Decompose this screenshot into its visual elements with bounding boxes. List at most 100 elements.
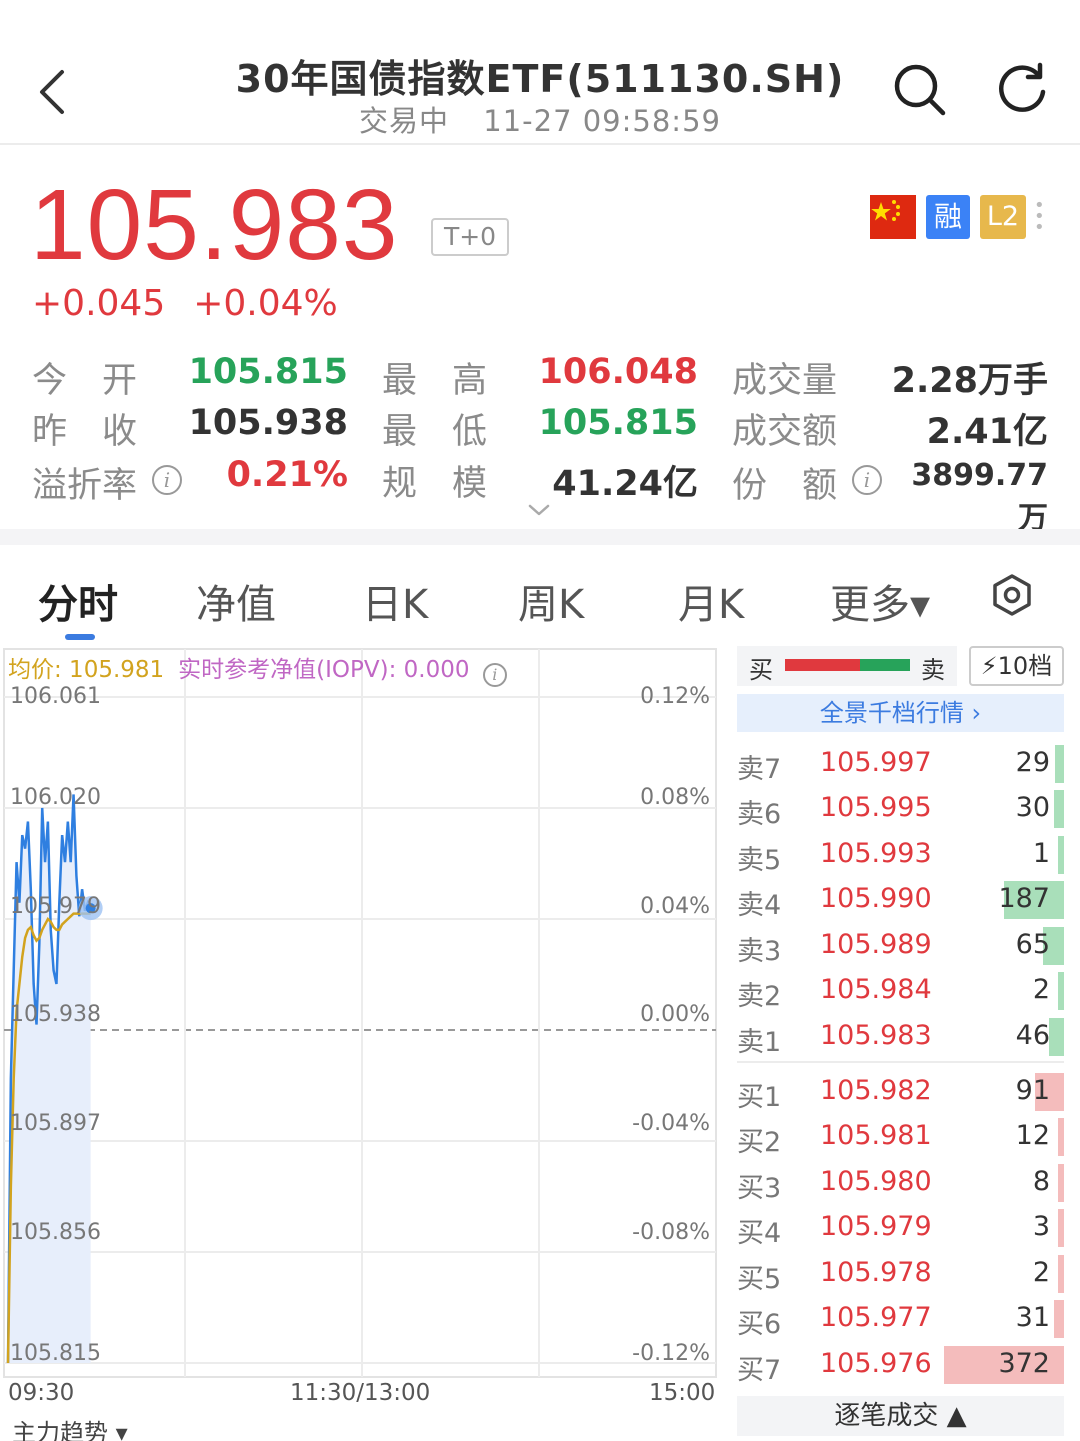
ask-row[interactable]: 卖5 105.993 1	[737, 836, 1064, 876]
bid-row[interactable]: 买1 105.982 91	[737, 1073, 1064, 1113]
level-price: 105.984	[820, 974, 932, 1005]
ask-row[interactable]: 卖4 105.990 187	[737, 881, 1064, 921]
ten-levels-button[interactable]: ⚡10档	[969, 646, 1064, 686]
level-volume: 187	[998, 883, 1050, 914]
change-percent: +0.04%	[193, 283, 338, 324]
level-volume: 8	[1032, 1166, 1050, 1197]
section-divider	[0, 529, 1080, 545]
level-label: 买4	[737, 1218, 782, 1249]
intraday-chart[interactable]	[0, 645, 720, 1415]
status-text: 交易中	[359, 104, 450, 138]
volume-bar	[1055, 745, 1064, 783]
price-change: +0.045 +0.04%	[32, 283, 338, 324]
level-label: 买7	[737, 1355, 782, 1386]
ask-row[interactable]: 卖6 105.995 30	[737, 790, 1064, 830]
level-price: 105.989	[820, 929, 932, 960]
bid-row[interactable]: 买7 105.976 372	[737, 1346, 1064, 1386]
level-label: 卖2	[737, 981, 782, 1012]
x-tick-open: 09:30	[8, 1380, 75, 1406]
x-tick-close: 15:00	[649, 1380, 716, 1406]
level-volume: 46	[1015, 1020, 1050, 1051]
shares-info-icon[interactable]: i	[852, 465, 882, 495]
premium-info-icon[interactable]: i	[152, 465, 182, 495]
level-volume: 1	[1032, 838, 1050, 869]
level-price: 105.977	[820, 1302, 932, 1333]
y-right-tick: -0.04%	[632, 1111, 710, 1136]
bid-row[interactable]: 买4 105.979 3	[737, 1209, 1064, 1249]
level-volume: 12	[1015, 1120, 1050, 1151]
main-force-trend-dropdown[interactable]: 主力趋势 ▾	[12, 1413, 128, 1441]
more-dots-icon: • • •	[1034, 195, 1045, 238]
china-flag-icon	[870, 195, 916, 239]
tick-trades-button[interactable]: 逐笔成交 ▲	[737, 1396, 1064, 1436]
open-label: 今 开	[32, 361, 138, 401]
level-label: 卖5	[737, 845, 782, 876]
level-price: 105.982	[820, 1075, 932, 1106]
l2-badge: L2	[980, 195, 1026, 239]
refresh-icon[interactable]	[993, 60, 1051, 118]
tab-daily-k[interactable]: 日K	[362, 572, 428, 630]
active-tab-indicator	[65, 634, 95, 640]
chart-frame	[3, 648, 717, 1378]
tab-weekly-k[interactable]: 周K	[518, 572, 584, 630]
level-volume: 2	[1032, 1257, 1050, 1288]
level-price: 105.983	[820, 1020, 932, 1051]
search-icon[interactable]	[890, 60, 948, 118]
level-label: 买6	[737, 1309, 782, 1340]
level-price: 105.980	[820, 1166, 932, 1197]
iopv-info-icon[interactable]: i	[482, 663, 507, 687]
scale-value: 41.24亿	[552, 464, 698, 504]
full-depth-quotes-link[interactable]: 全景千档行情 ›	[737, 694, 1064, 732]
y-left-tick: 105.815	[10, 1341, 101, 1366]
x-tick-midday: 11:30/13:00	[290, 1380, 431, 1406]
level-volume: 65	[1015, 929, 1050, 960]
bid-row[interactable]: 买6 105.977 31	[737, 1300, 1064, 1340]
y-right-tick: 0.00%	[640, 1002, 710, 1027]
level-volume: 2	[1032, 974, 1050, 1005]
premium-label: 溢折率	[32, 466, 138, 506]
buy-ratio-segment	[785, 659, 860, 671]
y-left-tick: 105.856	[10, 1220, 101, 1245]
badge-group[interactable]: 融 L2 • • •	[862, 190, 1050, 244]
ask-row[interactable]: 卖7 105.997 29	[737, 745, 1064, 785]
tab-nav[interactable]: 净值	[196, 572, 276, 630]
volume-bar	[1058, 1209, 1064, 1247]
ask-row[interactable]: 卖1 105.983 46	[737, 1018, 1064, 1058]
y-left-tick: 105.897	[10, 1111, 101, 1136]
ask-row[interactable]: 卖3 105.989 65	[737, 927, 1064, 967]
y-left-tick: 105.979	[10, 894, 101, 919]
bid-row[interactable]: 买5 105.978 2	[737, 1255, 1064, 1295]
ask-row[interactable]: 卖2 105.984 2	[737, 972, 1064, 1012]
current-price: 105.983	[30, 169, 399, 281]
tab-monthly-k[interactable]: 月K	[678, 572, 744, 630]
volume-bar	[1049, 1018, 1064, 1056]
low-value: 105.815	[538, 403, 698, 443]
volume-value: 2.28万手	[891, 361, 1048, 401]
expand-chevron-icon[interactable]	[526, 500, 552, 520]
prev-close-value: 105.938	[188, 403, 348, 443]
tab-intraday[interactable]: 分时	[38, 572, 118, 630]
settings-hexagon-icon[interactable]	[990, 573, 1034, 617]
iopv-legend: 实时参考净值(IOPV): 0.000	[178, 657, 470, 683]
scale-label: 规 模	[382, 464, 488, 504]
volume-bar	[1058, 836, 1064, 874]
level-label: 卖3	[737, 936, 782, 967]
sell-label: 卖	[921, 656, 945, 684]
amount-label: 成交额	[732, 412, 838, 452]
level-label: 买2	[737, 1127, 782, 1158]
tab-more[interactable]: 更多▾	[830, 572, 930, 630]
bid-row[interactable]: 买2 105.981 12	[737, 1118, 1064, 1158]
level-price: 105.993	[820, 838, 932, 869]
level-volume: 91	[1015, 1075, 1050, 1106]
premium-value: 0.21%	[226, 455, 348, 495]
level-label: 卖6	[737, 799, 782, 830]
y-right-tick: 0.08%	[640, 785, 710, 810]
y-right-tick: -0.08%	[632, 1220, 710, 1245]
level-price: 105.979	[820, 1211, 932, 1242]
y-right-tick: 0.04%	[640, 894, 710, 919]
volume-bar	[1058, 1118, 1064, 1156]
high-label: 最 高	[382, 361, 488, 401]
avg-price-legend: 均价: 105.981	[8, 657, 165, 683]
bid-row[interactable]: 买3 105.980 8	[737, 1164, 1064, 1204]
y-right-tick: -0.12%	[632, 1341, 710, 1366]
